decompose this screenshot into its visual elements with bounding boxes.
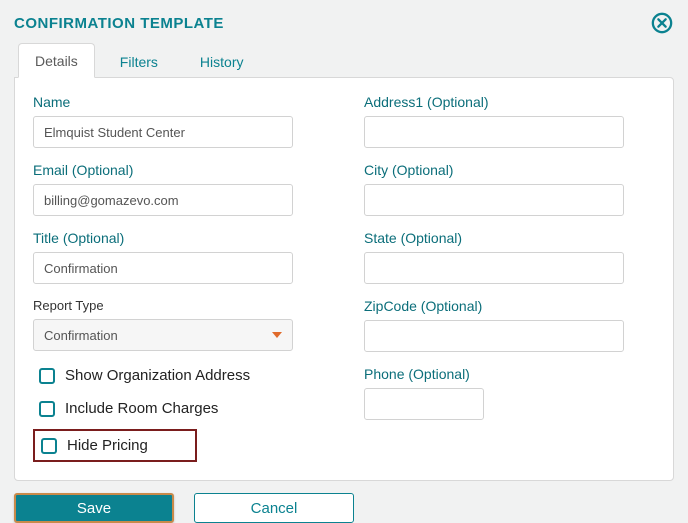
city-input[interactable] <box>364 184 624 216</box>
zipcode-field: ZipCode (Optional) <box>364 298 655 352</box>
email-input[interactable] <box>33 184 293 216</box>
show-org-address-label: Show Organization Address <box>65 367 250 384</box>
address1-field: Address1 (Optional) <box>364 94 655 148</box>
report-type-value: Confirmation <box>44 328 118 343</box>
title-label: Title (Optional) <box>33 230 324 246</box>
dialog-footer: Save Cancel <box>14 493 674 523</box>
state-field: State (Optional) <box>364 230 655 284</box>
city-field: City (Optional) <box>364 162 655 216</box>
state-label: State (Optional) <box>364 230 655 246</box>
close-button[interactable] <box>650 11 674 35</box>
tab-history[interactable]: History <box>183 44 261 78</box>
right-column: Address1 (Optional) City (Optional) Stat… <box>364 94 655 462</box>
include-room-charges-label: Include Room Charges <box>65 400 218 417</box>
checkbox-icon <box>41 438 57 454</box>
email-field: Email (Optional) <box>33 162 324 216</box>
phone-field: Phone (Optional) <box>364 366 655 420</box>
state-input[interactable] <box>364 252 624 284</box>
cancel-button[interactable]: Cancel <box>194 493 354 523</box>
title-input[interactable] <box>33 252 293 284</box>
hide-pricing-checkbox[interactable]: Hide Pricing <box>33 429 197 462</box>
save-button[interactable]: Save <box>14 493 174 523</box>
report-type-field: Report Type Confirmation <box>33 298 324 351</box>
address1-input[interactable] <box>364 116 624 148</box>
tab-filters[interactable]: Filters <box>103 44 175 78</box>
city-label: City (Optional) <box>364 162 655 178</box>
email-label: Email (Optional) <box>33 162 324 178</box>
tab-details[interactable]: Details <box>18 43 95 78</box>
hide-pricing-label: Hide Pricing <box>67 437 148 454</box>
title-field: Title (Optional) <box>33 230 324 284</box>
tabs: Details Filters History <box>14 42 674 77</box>
checkbox-icon <box>39 368 55 384</box>
name-field: Name <box>33 94 324 148</box>
report-type-label: Report Type <box>33 298 324 313</box>
dialog-title: CONFIRMATION TEMPLATE <box>14 15 224 32</box>
include-room-charges-checkbox[interactable]: Include Room Charges <box>33 400 324 417</box>
chevron-down-icon <box>272 332 282 338</box>
name-label: Name <box>33 94 324 110</box>
dialog-header: CONFIRMATION TEMPLATE <box>14 10 674 36</box>
checkbox-icon <box>39 401 55 417</box>
details-panel: Name Email (Optional) Title (Optional) R… <box>14 77 674 481</box>
phone-label: Phone (Optional) <box>364 366 655 382</box>
zipcode-label: ZipCode (Optional) <box>364 298 655 314</box>
phone-input[interactable] <box>364 388 484 420</box>
close-icon <box>651 12 673 34</box>
name-input[interactable] <box>33 116 293 148</box>
left-column: Name Email (Optional) Title (Optional) R… <box>33 94 324 462</box>
show-org-address-checkbox[interactable]: Show Organization Address <box>33 367 324 384</box>
report-type-select[interactable]: Confirmation <box>33 319 293 351</box>
zipcode-input[interactable] <box>364 320 624 352</box>
confirmation-template-dialog: CONFIRMATION TEMPLATE Details Filters Hi… <box>0 0 688 517</box>
address1-label: Address1 (Optional) <box>364 94 655 110</box>
form-grid: Name Email (Optional) Title (Optional) R… <box>33 94 655 462</box>
